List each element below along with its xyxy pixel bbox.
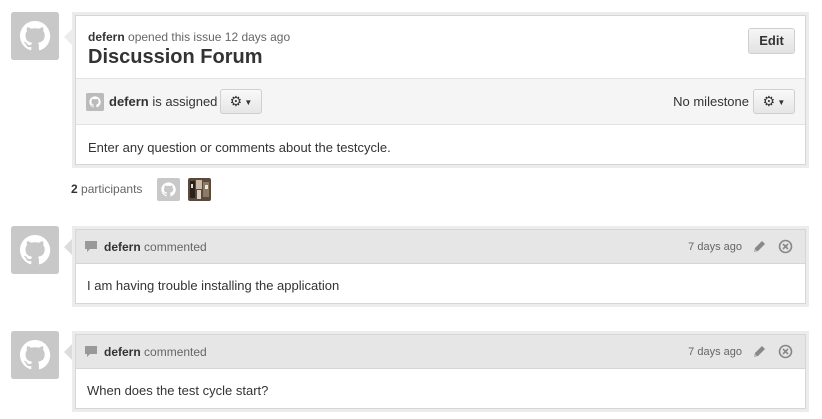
comment-header: defern commented 7 days ago	[76, 335, 805, 369]
pencil-icon[interactable]	[752, 344, 767, 359]
issue-title: Discussion Forum	[88, 46, 263, 68]
participant-avatar-1[interactable]	[157, 178, 180, 201]
milestone-settings-button[interactable]: ⚙ ▼	[753, 89, 795, 114]
assignee-text: defern is assigned	[109, 94, 217, 109]
photo-avatar-icon	[188, 178, 211, 201]
comment-author-avatar[interactable]	[11, 331, 59, 379]
comment-timestamp[interactable]: 7 days ago	[688, 346, 742, 358]
participants-summary: 2 participants	[71, 182, 142, 196]
issue-author-avatar[interactable]	[11, 12, 59, 60]
issue-opened-text: opened this issue 12 days ago	[128, 30, 291, 44]
comment-author-line: defern commented	[104, 345, 207, 359]
comment-author-link[interactable]: defern	[104, 240, 141, 254]
issue-author-link[interactable]: defern	[88, 30, 125, 44]
comment-action: commented	[144, 240, 207, 254]
comment-body: When does the test cycle start?	[87, 383, 269, 398]
assigned-label: is assigned	[152, 94, 218, 109]
avatar-pointer	[64, 29, 72, 45]
comment-author-link[interactable]: defern	[104, 345, 141, 359]
caret-down-icon: ▼	[242, 97, 253, 107]
assignee-name[interactable]: defern	[109, 94, 149, 109]
edit-issue-button[interactable]: Edit	[748, 28, 795, 54]
comment-panel-inner: defern commented 7 days ago I am having …	[75, 229, 806, 304]
participants-count: 2	[71, 182, 78, 196]
assignee-bar: defern is assigned ⚙ ▼ No milestone ⚙ ▼	[76, 78, 805, 125]
gear-icon: ⚙	[229, 93, 243, 109]
comment-body: I am having trouble installing the appli…	[87, 278, 340, 293]
comment-panel: defern commented 7 days ago I am having …	[64, 226, 809, 307]
octocat-icon	[157, 178, 180, 201]
speech-bubble-icon	[85, 241, 97, 252]
circle-x-icon[interactable]	[778, 344, 793, 359]
issue-meta: defern opened this issue 12 days ago	[88, 30, 290, 44]
avatar-pointer	[64, 344, 72, 360]
comment-author-line: defern commented	[104, 240, 207, 254]
speech-bubble-icon	[85, 346, 97, 357]
circle-x-icon[interactable]	[778, 239, 793, 254]
pencil-icon[interactable]	[752, 239, 767, 254]
issue-panel: defern opened this issue 12 days ago Dis…	[64, 12, 809, 168]
comment-header: defern commented 7 days ago	[76, 230, 805, 264]
comment-panel-inner: defern commented 7 days ago When does th…	[75, 334, 806, 409]
participant-avatar-2[interactable]	[188, 178, 211, 201]
milestone-text: No milestone	[673, 94, 749, 109]
avatar-pointer	[64, 239, 72, 255]
octocat-icon	[11, 226, 59, 274]
comment-author-avatar[interactable]	[11, 226, 59, 274]
gear-icon: ⚙	[762, 93, 776, 109]
octocat-icon	[86, 93, 104, 111]
octocat-icon	[11, 331, 59, 379]
comment-timestamp[interactable]: 7 days ago	[688, 241, 742, 253]
assignee-avatar[interactable]	[86, 93, 104, 111]
octocat-icon	[11, 12, 59, 60]
comment-action: commented	[144, 345, 207, 359]
issue-panel-inner: defern opened this issue 12 days ago Dis…	[75, 15, 806, 165]
caret-down-icon: ▼	[775, 97, 786, 107]
comment-panel: defern commented 7 days ago When does th…	[64, 331, 809, 412]
assignee-settings-button[interactable]: ⚙ ▼	[220, 89, 262, 114]
participants-label: participants	[81, 182, 143, 196]
issue-body: Enter any question or comments about the…	[88, 140, 391, 155]
